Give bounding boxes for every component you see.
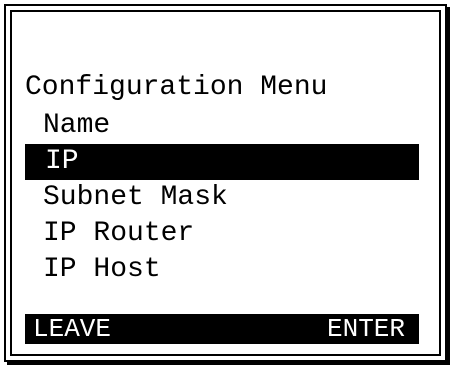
enter-softkey[interactable]: ENTER xyxy=(327,314,405,344)
menu-item-subnet-mask[interactable]: Subnet Mask xyxy=(25,180,419,216)
lcd-screen: Configuration Menu Name IP Subnet Mask I… xyxy=(25,12,419,354)
menu-title: Configuration Menu xyxy=(25,72,328,103)
display-panel: Configuration Menu Name IP Subnet Mask I… xyxy=(10,10,441,356)
softkey-bar: LEAVE ENTER xyxy=(25,314,419,344)
menu-item-ip[interactable]: IP xyxy=(25,144,419,180)
menu-item-name[interactable]: Name xyxy=(25,108,419,144)
menu-item-ip-router[interactable]: IP Router xyxy=(25,216,419,252)
device-frame: Configuration Menu Name IP Subnet Mask I… xyxy=(4,4,447,362)
configuration-menu: Name IP Subnet Mask IP Router IP Host xyxy=(25,108,419,288)
menu-item-ip-host[interactable]: IP Host xyxy=(25,252,419,288)
leave-softkey[interactable]: LEAVE xyxy=(33,314,111,344)
